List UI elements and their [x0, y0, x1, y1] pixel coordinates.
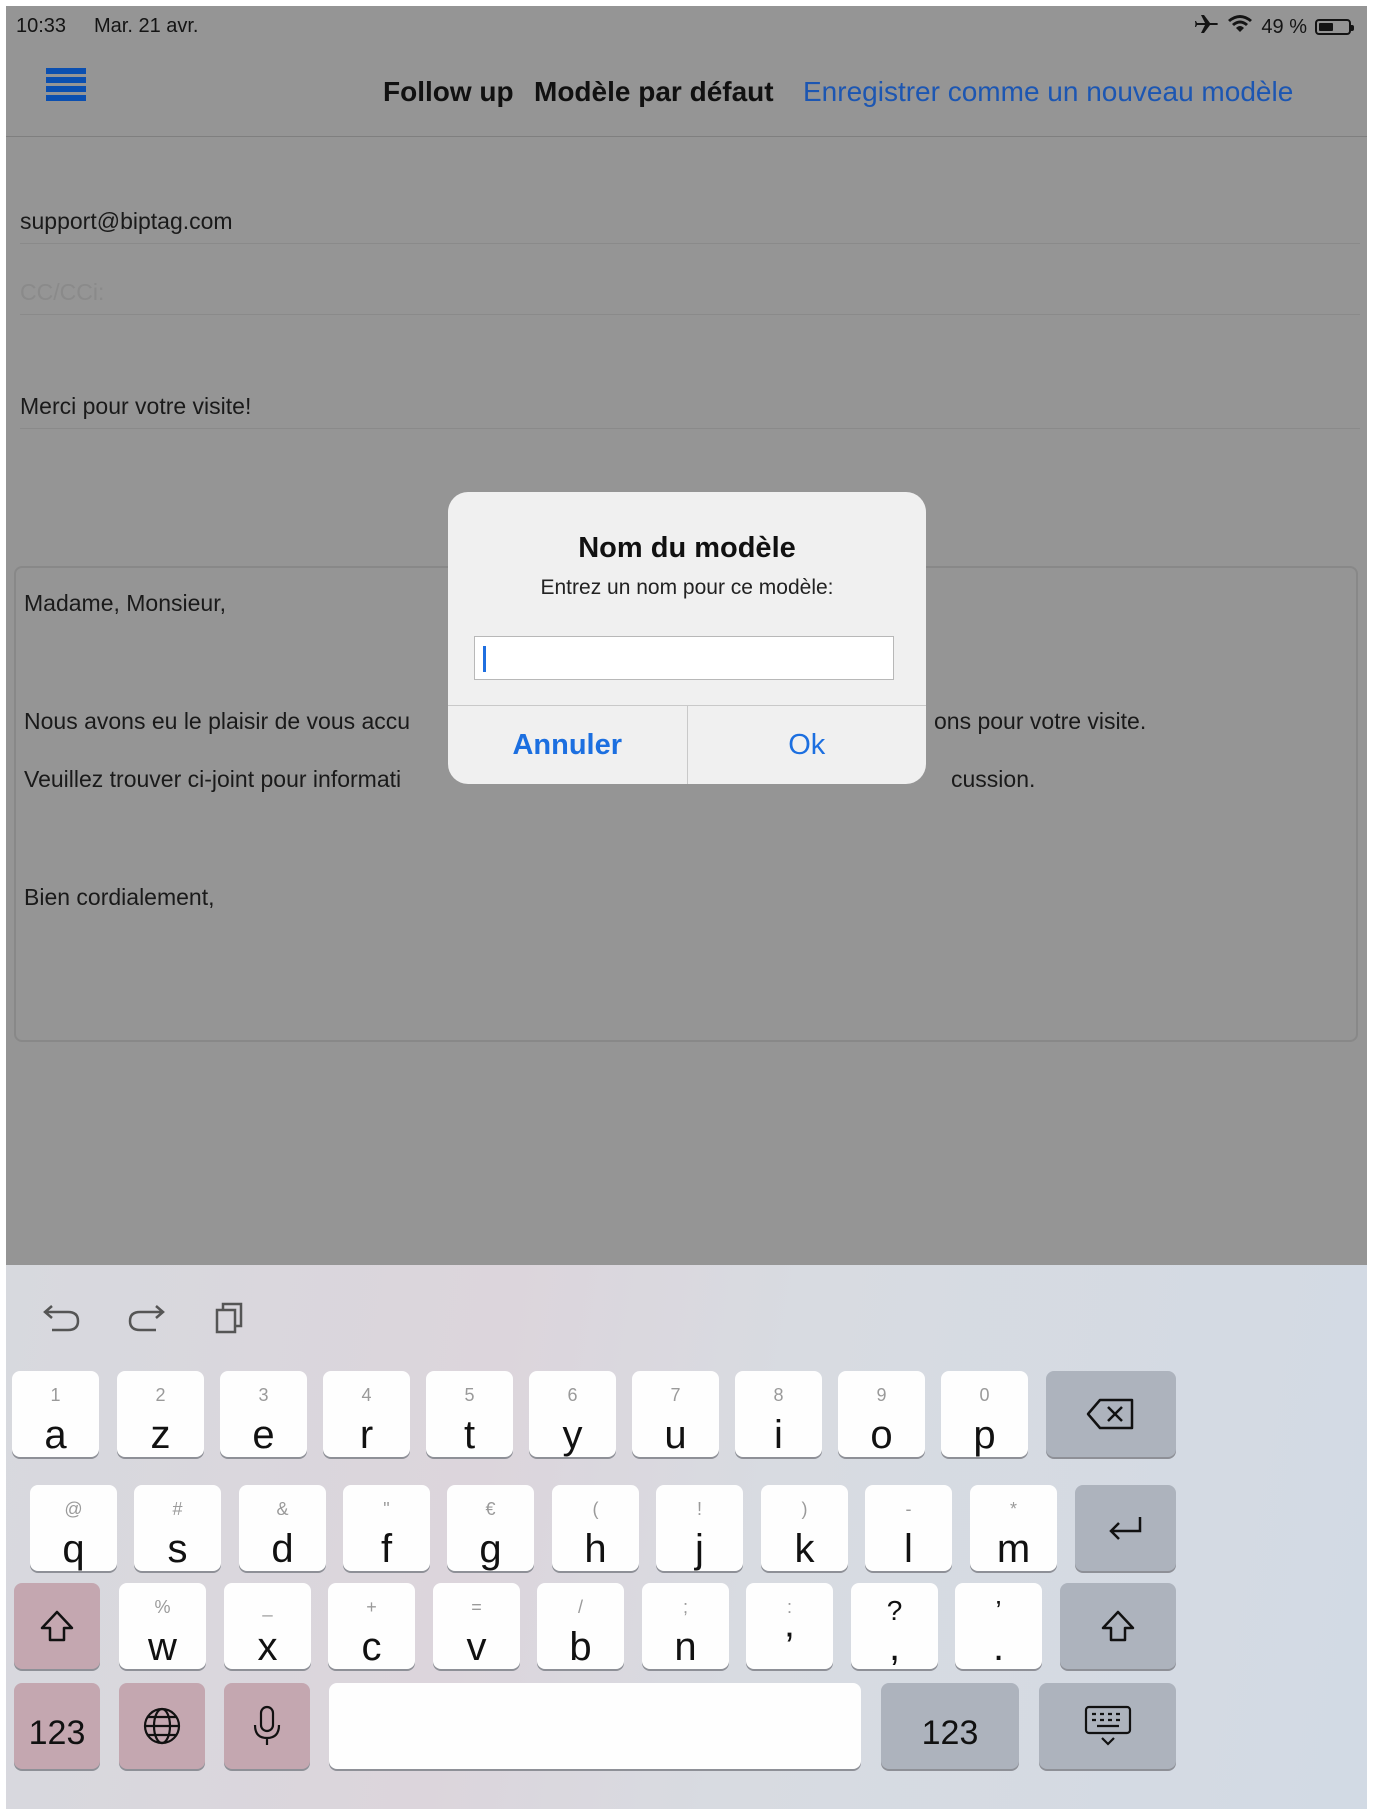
body-line: Nous avons eu le plaisir de vous accu [24, 708, 411, 734]
template-name: Modèle par défaut [534, 76, 774, 107]
save-as-new-template-link[interactable]: Enregistrer comme un nouveau modèle [803, 76, 1293, 108]
microphone-icon [224, 1683, 310, 1769]
cancel-button[interactable]: Annuler [448, 706, 688, 784]
status-right: 49 % [1195, 13, 1354, 41]
body-line: ons pour votre visite. [934, 708, 1147, 734]
template-name-input[interactable] [474, 636, 894, 680]
key-p[interactable]: 0p [941, 1371, 1028, 1457]
key-c[interactable]: + c [328, 1583, 415, 1669]
key-z[interactable]: 2z [117, 1371, 204, 1457]
key-n[interactable]: ; n [642, 1583, 729, 1669]
page-title: Follow up [383, 76, 514, 107]
key-a[interactable]: 1a [12, 1371, 99, 1457]
shift-icon [1060, 1583, 1176, 1669]
key-b[interactable]: / b [537, 1583, 624, 1669]
key-l[interactable]: -l [865, 1485, 952, 1571]
key-s[interactable]: # s [134, 1485, 221, 1571]
globe-key[interactable] [119, 1683, 205, 1769]
battery-icon [1315, 19, 1354, 35]
key-u[interactable]: 7u [632, 1371, 719, 1457]
key-k[interactable]: ) k [761, 1485, 848, 1571]
status-time: 10:33 [16, 15, 67, 37]
key-h[interactable]: (h [552, 1485, 639, 1571]
status-date: Mar. 21 avr. [94, 15, 199, 37]
on-screen-keyboard: 1a 2z 3e 4r 5t 6y 7u 8i 9o 0p @ q # s & d "… [6, 1265, 1367, 1809]
dialog-title: Nom du modèle [578, 532, 796, 564]
shift-key-left[interactable] [14, 1583, 100, 1669]
keyboard-shortcut-bar [40, 1295, 252, 1339]
key-f[interactable]: " f [343, 1485, 430, 1571]
hide-keyboard-icon [1039, 1683, 1176, 1769]
key-i[interactable]: 8i [735, 1371, 822, 1457]
key-g[interactable]: € g [447, 1485, 534, 1571]
status-bar: 10:33 Mar. 21 avr. 49 % [6, 6, 1367, 46]
navigation-bar: Follow up Modèle par défaut Enregistrer … [6, 46, 1367, 137]
subject-field[interactable]: Merci pour votre visite! [20, 393, 1360, 429]
key-e[interactable]: 3e [220, 1371, 307, 1457]
key-r[interactable]: 4r [323, 1371, 410, 1457]
space-bar[interactable] [329, 1683, 861, 1769]
backspace-key[interactable] [1046, 1371, 1176, 1457]
numbers-key-right[interactable]: 123 [881, 1683, 1019, 1769]
key-d[interactable]: & d [239, 1485, 326, 1571]
undo-icon[interactable] [40, 1295, 84, 1339]
backspace-icon [1046, 1371, 1176, 1457]
body-line: Madame, Monsieur, [24, 590, 226, 616]
redo-icon[interactable] [124, 1295, 168, 1339]
airplane-icon [1195, 13, 1219, 41]
body-line: Veuillez trouver ci-joint pour informati [24, 766, 402, 792]
key-o[interactable]: 9o [838, 1371, 925, 1457]
numbers-key-left[interactable]: 123 [14, 1683, 100, 1769]
text-cursor [483, 646, 486, 672]
key-q[interactable]: @ q [30, 1485, 117, 1571]
key-comma[interactable]: ?, [851, 1583, 938, 1669]
key-x[interactable]: _ x [224, 1583, 311, 1669]
wifi-icon [1227, 14, 1253, 40]
dictation-key[interactable] [224, 1683, 310, 1769]
dialog-buttons: Annuler Ok [448, 705, 926, 784]
return-icon [1075, 1485, 1176, 1571]
battery-percent: 49 % [1261, 15, 1307, 38]
ok-button[interactable]: Ok [688, 706, 927, 784]
app-frame: 10:33 Mar. 21 avr. 49 % Follow up Modèle… [6, 6, 1367, 1809]
return-key[interactable] [1075, 1485, 1176, 1571]
hamburger-menu-icon[interactable] [46, 68, 86, 110]
template-name-dialog: Nom du modèle Entrez un nom pour ce modè… [448, 492, 926, 784]
key-v[interactable]: = v [433, 1583, 520, 1669]
body-line: cussion. [951, 766, 1036, 792]
key-y[interactable]: 6y [529, 1371, 616, 1457]
key-apostrophe[interactable]: :’ [746, 1583, 833, 1669]
cc-bcc-field[interactable]: CC/CCi: [20, 279, 1360, 315]
paste-icon[interactable] [208, 1295, 252, 1339]
shift-icon [14, 1583, 100, 1669]
key-period[interactable]: ’. [955, 1583, 1042, 1669]
to-field[interactable]: support@biptag.com [20, 208, 1360, 244]
body-line: Bien cordialement, [24, 884, 215, 910]
key-m[interactable]: * m [970, 1485, 1057, 1571]
key-j[interactable]: ! j [656, 1485, 743, 1571]
shift-key-right[interactable] [1060, 1583, 1176, 1669]
dialog-message: Entrez un nom pour ce modèle: [540, 576, 834, 599]
key-w[interactable]: % w [119, 1583, 206, 1669]
dismiss-keyboard-key[interactable] [1039, 1683, 1176, 1769]
globe-icon [119, 1683, 205, 1769]
key-t[interactable]: 5t [426, 1371, 513, 1457]
